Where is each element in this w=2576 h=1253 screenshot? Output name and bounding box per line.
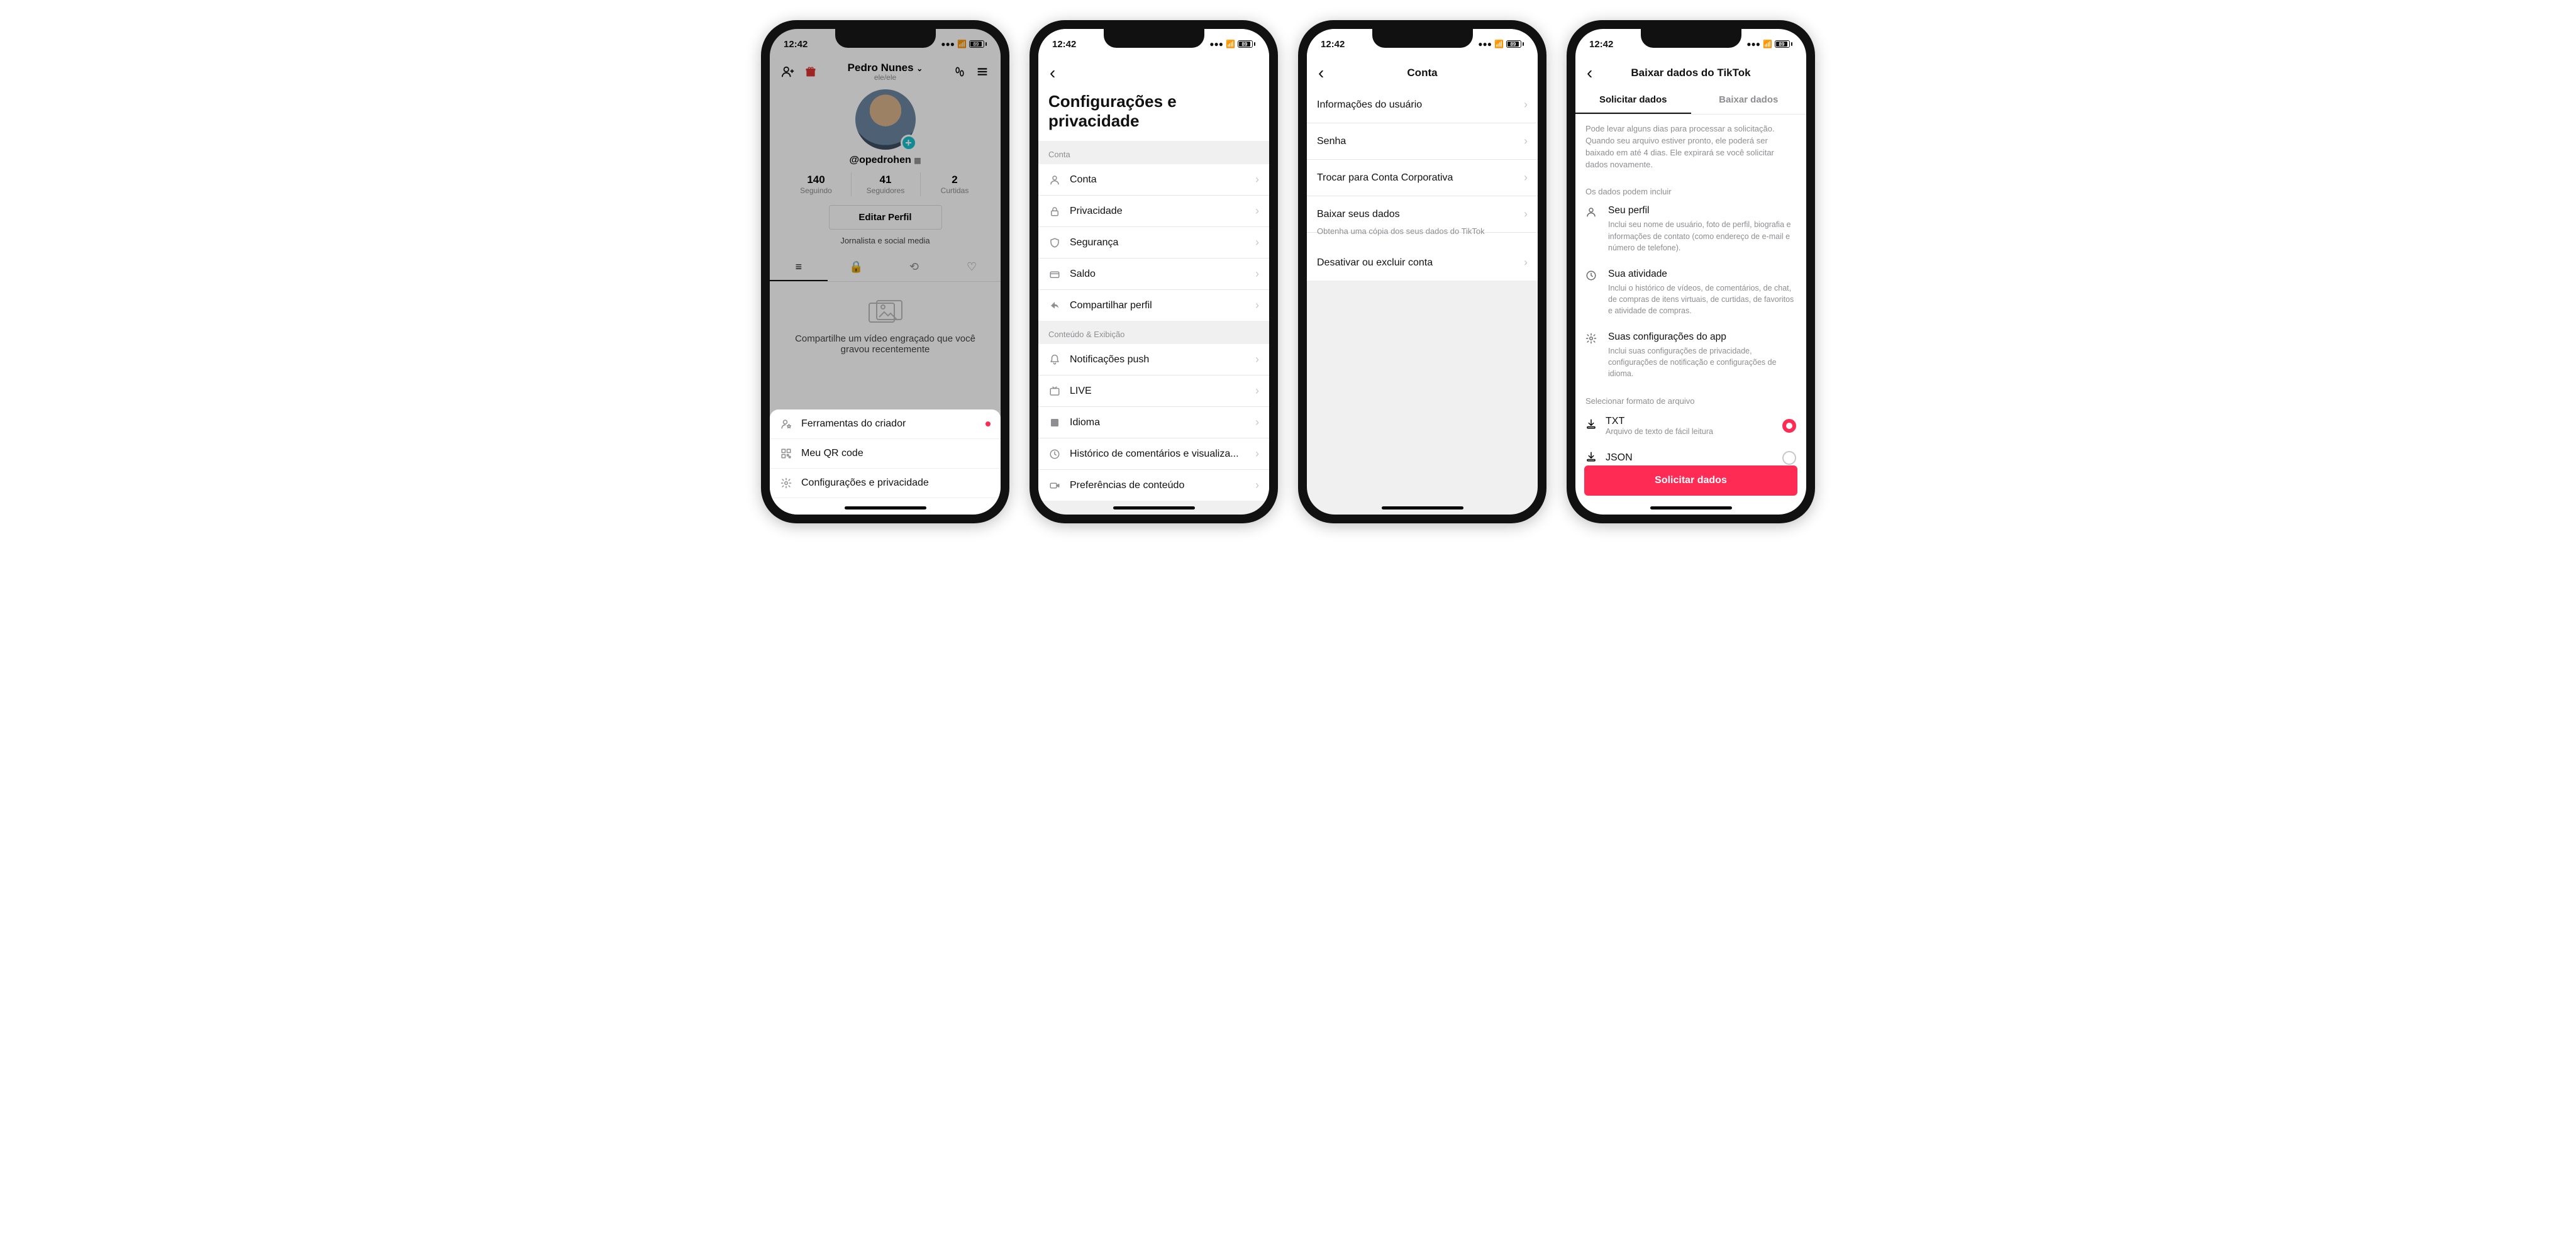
chevron-right-icon: › bbox=[1524, 208, 1528, 221]
status-time: 12:42 bbox=[1052, 39, 1076, 50]
video-icon bbox=[1048, 480, 1061, 491]
status-right: ●●●📶 89 bbox=[1478, 40, 1524, 48]
settings-row-0-2[interactable]: Segurança › bbox=[1038, 227, 1269, 259]
chevron-right-icon: › bbox=[1524, 98, 1528, 111]
settings-row-0-4[interactable]: Compartilhar perfil › bbox=[1038, 290, 1269, 321]
qr-icon bbox=[780, 448, 792, 459]
device-notch bbox=[835, 29, 936, 48]
share-icon bbox=[1048, 300, 1061, 311]
home-indicator[interactable] bbox=[1650, 506, 1732, 510]
page-title: Baixar dados do TikTok bbox=[1575, 67, 1806, 79]
settings-row-1-3[interactable]: Histórico de comentários e visualiza... … bbox=[1038, 438, 1269, 470]
back-button[interactable]: ‹ bbox=[1314, 62, 1328, 84]
person-star-icon bbox=[780, 418, 792, 430]
account-row-3-sub: Obtenha uma cópia dos seus dados do TikT… bbox=[1307, 226, 1538, 245]
account-row-2[interactable]: Trocar para Conta Corporativa › bbox=[1307, 160, 1538, 196]
device-notch bbox=[1372, 29, 1473, 48]
settings-row-0-1[interactable]: Privacidade › bbox=[1038, 196, 1269, 227]
phone-profile: 12:42 ●●●📶 89 bbox=[761, 20, 1009, 523]
sheet-item-1[interactable]: Meu QR code bbox=[770, 439, 1001, 469]
chevron-right-icon: › bbox=[1255, 204, 1259, 218]
svg-text:A: A bbox=[1053, 420, 1057, 426]
bottom-sheet: Ferramentas do criador Meu QR code Confi… bbox=[770, 409, 1001, 515]
chevron-right-icon: › bbox=[1255, 447, 1259, 460]
bell-icon bbox=[1048, 354, 1061, 365]
person-icon bbox=[1585, 206, 1599, 221]
wallet-icon bbox=[1048, 269, 1061, 280]
device-notch bbox=[1104, 29, 1204, 48]
status-right: ●●●📶 89 bbox=[1746, 40, 1792, 48]
lang-icon: A bbox=[1048, 417, 1061, 428]
chevron-right-icon: › bbox=[1255, 416, 1259, 429]
page-title: Configurações e privacidade bbox=[1038, 87, 1269, 141]
request-data-button[interactable]: Solicitar dados bbox=[1584, 465, 1797, 496]
clock-icon bbox=[1048, 448, 1061, 460]
clock-icon bbox=[1585, 270, 1599, 284]
include-item-1: Sua atividade Inclui o histórico de víde… bbox=[1575, 262, 1806, 325]
notification-dot bbox=[985, 421, 991, 426]
phone-account: 12:42 ●●●📶 89 ‹ Conta Informações do usu… bbox=[1298, 20, 1546, 523]
radio-0[interactable] bbox=[1782, 419, 1796, 433]
info-text: Pode levar alguns dias para processar a … bbox=[1575, 114, 1806, 179]
sheet-item-0[interactable]: Ferramentas do criador bbox=[770, 409, 1001, 439]
settings-row-0-3[interactable]: Saldo › bbox=[1038, 259, 1269, 290]
gear-icon bbox=[780, 477, 792, 489]
person-icon bbox=[1048, 174, 1061, 186]
phone-settings: 12:42 ●●●📶 89 ‹ Configurações e privacid… bbox=[1030, 20, 1278, 523]
status-time: 12:42 bbox=[1589, 39, 1613, 50]
gear-icon bbox=[1585, 333, 1599, 347]
includes-header: Os dados podem incluir bbox=[1575, 179, 1806, 199]
account-row-0[interactable]: Informações do usuário › bbox=[1307, 87, 1538, 123]
download-icon bbox=[1585, 451, 1597, 465]
chevron-right-icon: › bbox=[1255, 267, 1259, 281]
status-time: 12:42 bbox=[1321, 39, 1345, 50]
include-item-2: Suas configurações do app Inclui suas co… bbox=[1575, 325, 1806, 388]
device-notch bbox=[1641, 29, 1741, 48]
section-header-1: Conteúdo & Exibição bbox=[1038, 321, 1269, 344]
account-row-4[interactable]: Desativar ou excluir conta › bbox=[1307, 245, 1538, 281]
chevron-right-icon: › bbox=[1524, 135, 1528, 148]
back-button[interactable]: ‹ bbox=[1583, 62, 1596, 84]
settings-row-1-2[interactable]: A Idioma › bbox=[1038, 407, 1269, 438]
chevron-right-icon: › bbox=[1524, 171, 1528, 184]
settings-row-1-4[interactable]: Preferências de conteúdo › bbox=[1038, 470, 1269, 501]
sheet-item-2[interactable]: Configurações e privacidade bbox=[770, 469, 1001, 498]
home-indicator[interactable] bbox=[1382, 506, 1463, 510]
settings-row-1-1[interactable]: LIVE › bbox=[1038, 376, 1269, 407]
shield-icon bbox=[1048, 237, 1061, 248]
tab-1[interactable]: Baixar dados bbox=[1691, 87, 1807, 114]
settings-row-1-0[interactable]: Notificações push › bbox=[1038, 344, 1269, 376]
chevron-right-icon: › bbox=[1255, 236, 1259, 249]
home-indicator[interactable] bbox=[845, 506, 926, 510]
radio-1[interactable] bbox=[1782, 451, 1796, 465]
chevron-right-icon: › bbox=[1255, 384, 1259, 398]
back-button[interactable]: ‹ bbox=[1046, 62, 1059, 84]
lock-icon bbox=[1048, 206, 1061, 217]
status-right: ●●●📶 89 bbox=[1209, 40, 1255, 48]
download-icon bbox=[1585, 418, 1597, 433]
settings-row-0-0[interactable]: Conta › bbox=[1038, 164, 1269, 196]
chevron-right-icon: › bbox=[1255, 353, 1259, 366]
live-icon bbox=[1048, 386, 1061, 397]
chevron-right-icon: › bbox=[1255, 299, 1259, 312]
chevron-right-icon: › bbox=[1524, 256, 1528, 269]
home-indicator[interactable] bbox=[1113, 506, 1195, 510]
account-row-1[interactable]: Senha › bbox=[1307, 123, 1538, 160]
section-header-0: Conta bbox=[1038, 141, 1269, 164]
format-option-0[interactable]: TXT Arquivo de texto de fácil leitura bbox=[1575, 408, 1806, 443]
phone-download-data: 12:42 ●●●📶 89 ‹ Baixar dados do TikTok S… bbox=[1567, 20, 1815, 523]
format-header: Selecionar formato de arquivo bbox=[1575, 389, 1806, 408]
chevron-right-icon: › bbox=[1255, 173, 1259, 186]
page-title: Conta bbox=[1307, 67, 1538, 79]
include-item-0: Seu perfil Inclui seu nome de usuário, f… bbox=[1575, 199, 1806, 262]
chevron-right-icon: › bbox=[1255, 479, 1259, 492]
tab-0[interactable]: Solicitar dados bbox=[1575, 87, 1691, 114]
